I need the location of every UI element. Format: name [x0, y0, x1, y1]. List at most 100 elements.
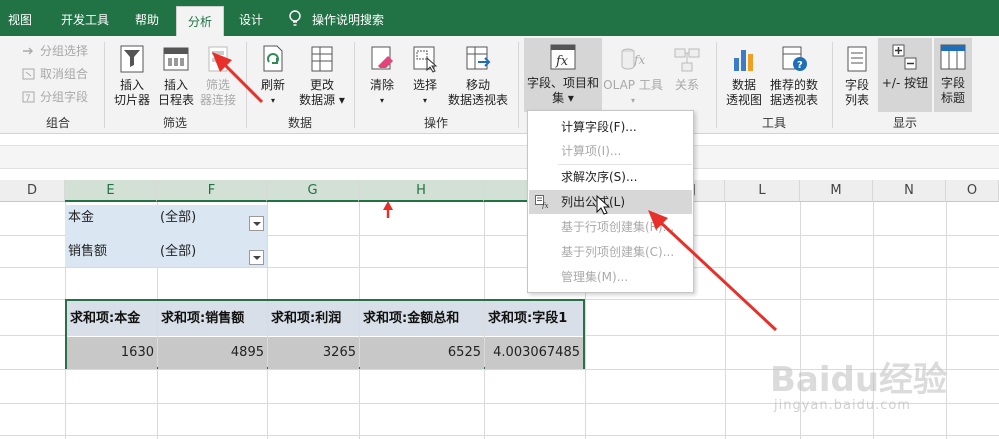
slicer-icon	[120, 45, 144, 73]
list-formulas-icon: fx	[535, 195, 549, 209]
group-label-tools: 工具	[761, 116, 786, 130]
relationships-icon	[674, 48, 700, 72]
svg-text:7: 7	[25, 94, 31, 103]
pivot-value-cell[interactable]: 6525	[360, 337, 484, 369]
group-divider	[246, 42, 247, 128]
svg-text:?: ?	[797, 60, 803, 71]
olap-tools-button[interactable]: fx OLAP 工具 ▾	[603, 40, 663, 110]
column-header[interactable]: H	[359, 180, 484, 202]
gridline	[0, 435, 999, 436]
pivot-header-cell[interactable]: 求和项:销售额	[158, 301, 267, 336]
watermark-url: jingyan.baidu.com	[774, 398, 911, 413]
red-arrow-small	[383, 201, 393, 218]
baidu-watermark: Baidu经验 jingyan.baidu.com	[760, 352, 980, 432]
ungroup-button[interactable]: 取消组合	[18, 65, 88, 83]
plus-minus-icon	[892, 44, 917, 70]
eraser-icon	[371, 46, 393, 70]
column-header[interactable]: G	[267, 180, 359, 202]
tab-analyze[interactable]: 分析	[176, 6, 224, 36]
tab-developer[interactable]: 开发工具	[46, 0, 124, 36]
group-field-icon: 7	[22, 91, 35, 103]
field-list-button[interactable]: 字段 列表	[838, 40, 876, 110]
ribbon-tab-bar: 视图 开发工具 帮助 分析 设计 操作说明搜索	[0, 0, 999, 36]
tab-help[interactable]: 帮助	[126, 0, 168, 36]
menu-item-solve-order[interactable]: 求解次序(S)...	[529, 165, 692, 189]
group-label-data: 数据	[287, 116, 312, 130]
pivot-value-cell[interactable]: 1630	[67, 337, 157, 369]
relationships-button[interactable]: 关系	[665, 40, 709, 110]
move-pivottable-button[interactable]: 移动 数据透视表	[446, 40, 510, 110]
gridline	[0, 267, 999, 268]
column-header[interactable]: M	[800, 180, 873, 202]
pivot-value-cell[interactable]: 3265	[268, 337, 359, 369]
pivot-header-cell[interactable]: 求和项:字段1	[485, 301, 583, 336]
watermark-brand: Baidu经验	[770, 360, 948, 400]
field-headers-icon	[940, 44, 966, 70]
menu-item-create-set-columns[interactable]: 基于列项创建集(C)...	[529, 240, 692, 264]
pivot-value-cell[interactable]: 4895	[158, 337, 267, 369]
clear-button[interactable]: 清除 ▾	[362, 40, 402, 110]
refresh-button[interactable]: 刷新 ▾	[252, 40, 294, 110]
pivot-header-cell[interactable]: 求和项:利润	[268, 301, 359, 336]
select-button[interactable]: 选择 ▾	[405, 40, 445, 110]
column-header[interactable]: E	[65, 180, 157, 202]
group-label-filter: 筛选	[162, 116, 187, 130]
fields-items-sets-menu: 计算字段(F)... 计算项(I)... 求解次序(S)... fx 列出公式(…	[527, 110, 694, 293]
change-data-source-button[interactable]: 更改 数据源 ▾	[295, 40, 349, 110]
filter-label: 本金	[68, 210, 95, 225]
recommended-icon: ?	[782, 46, 807, 71]
refresh-icon	[263, 45, 283, 72]
olap-fx-icon: fx	[621, 48, 645, 70]
filter-label: 销售额	[68, 244, 108, 259]
function-fx-icon: fx	[550, 44, 576, 70]
filter-value[interactable]: (全部)	[160, 242, 196, 262]
filter-connections-icon	[208, 46, 228, 72]
group-label-actions: 操作	[423, 116, 448, 130]
group-selection-button[interactable]: 分组选择	[18, 42, 88, 60]
svg-text:fx: fx	[555, 54, 569, 69]
tell-me-search[interactable]: 操作说明搜索	[312, 0, 396, 36]
group-divider	[104, 42, 105, 128]
pivot-header-cell[interactable]: 求和项:金额总和	[360, 301, 484, 336]
group-divider	[832, 42, 833, 128]
column-header[interactable]: F	[157, 180, 267, 202]
field-headers-toggle[interactable]: 字段 标题	[934, 38, 972, 112]
plus-minus-buttons-toggle[interactable]: +/- 按钮	[878, 38, 932, 112]
formula-bar[interactable]	[0, 145, 999, 169]
column-header[interactable]: D	[0, 180, 65, 202]
filter-connections-button[interactable]: 筛选 器连接	[197, 40, 239, 110]
pivot-value-cell[interactable]: 4.003067485	[485, 337, 583, 369]
column-header[interactable]: L	[725, 180, 800, 202]
pivot-header-cell[interactable]: 求和项:本金	[67, 301, 157, 336]
pivot-table[interactable]: 求和项:本金 求和项:销售额 求和项:利润 求和项:金额总和 求和项:字段1 1…	[65, 299, 585, 369]
change-source-icon	[311, 46, 333, 72]
recommended-pivottables-button[interactable]: ? 推荐的数 据透视表	[765, 40, 823, 110]
group-divider	[716, 42, 717, 128]
group-divider	[518, 42, 519, 128]
insert-timeline-button[interactable]: 插入 日程表	[155, 40, 197, 110]
menu-item-calculated-item[interactable]: 计算项(I)...	[529, 139, 692, 163]
menu-item-manage-sets[interactable]: 管理集(M)...	[529, 265, 692, 289]
column-header[interactable]: O	[946, 180, 999, 202]
column-header[interactable]: N	[873, 180, 946, 202]
filter-value[interactable]: (全部)	[160, 208, 196, 228]
select-icon	[413, 46, 438, 73]
group-label-combine: 组合	[45, 116, 70, 130]
svg-text:fx: fx	[633, 53, 645, 67]
group-label-show: 显示	[892, 116, 917, 130]
fields-items-sets-button[interactable]: fx 字段、项目和集 ▾	[524, 38, 602, 112]
svg-text:fx: fx	[541, 202, 549, 209]
menu-item-list-formulas[interactable]: fx 列出公式(L)	[529, 190, 692, 214]
tab-design[interactable]: 设计	[228, 0, 274, 36]
group-field-button[interactable]: 7 分组字段	[18, 88, 88, 106]
filter-dropdown-button[interactable]	[249, 216, 264, 231]
insert-slicer-button[interactable]: 插入 切片器	[110, 40, 154, 110]
tab-view[interactable]: 视图	[0, 0, 40, 36]
filter-dropdown-button[interactable]	[249, 250, 264, 265]
timeline-icon	[163, 47, 189, 71]
ungroup-icon	[22, 68, 35, 80]
menu-item-create-set-rows[interactable]: 基于行项创建集(R)...	[529, 215, 692, 239]
pivotchart-button[interactable]: 数据 透视图	[724, 40, 764, 110]
menu-item-calculated-field[interactable]: 计算字段(F)...	[529, 115, 692, 139]
pivotchart-icon	[734, 50, 753, 71]
